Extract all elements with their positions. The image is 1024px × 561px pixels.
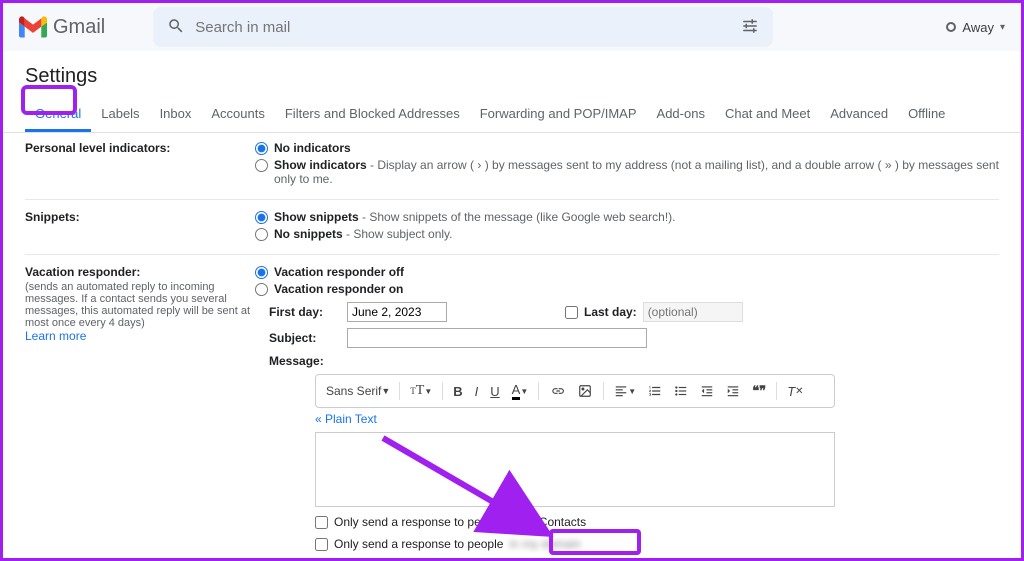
logo[interactable]: Gmail [19,16,105,39]
search-bar[interactable] [153,7,773,47]
only-domain-checkbox[interactable] [315,538,328,551]
plain-text-link[interactable]: « Plain Text [315,412,999,426]
first-day-label: First day: [269,305,339,319]
last-day-label: Last day: [584,305,637,319]
chevron-down-icon: ▾ [1000,22,1005,33]
last-day-input[interactable] [643,302,743,322]
tab-general[interactable]: General [25,98,91,132]
only-contacts-checkbox[interactable] [315,516,328,529]
opt-show-snippets[interactable]: Show snippets - Show snippets of the mes… [255,210,999,224]
only-domain-line[interactable]: Only send a response to people in my dom… [315,537,999,551]
status-dropdown[interactable]: Away ▾ [946,20,1005,35]
tab-labels[interactable]: Labels [91,98,149,132]
tab-offline[interactable]: Offline [898,98,955,132]
opt-no-indicators[interactable]: No indicators [255,141,999,155]
row-vacation-responder: Vacation responder: (sends an automated … [25,254,999,553]
search-input[interactable] [195,19,741,36]
page-title: Settings [3,51,1021,98]
row-label: Vacation responder: (sends an automated … [25,265,255,551]
radio-show-snippets[interactable] [255,211,268,224]
tab-chat[interactable]: Chat and Meet [715,98,820,132]
tab-inbox[interactable]: Inbox [150,98,202,132]
image-icon[interactable] [572,381,598,401]
row-snippets: Snippets: Show snippets - Show snippets … [25,199,999,254]
status-label: Away [962,20,994,35]
radio-no-indicators[interactable] [255,142,268,155]
only-contacts-line[interactable]: Only send a response to people in my Con… [315,515,999,529]
radio-vacation-off[interactable] [255,266,268,279]
radio-show-indicators[interactable] [255,159,268,172]
learn-more-link[interactable]: Learn more [25,329,86,343]
row-label: Personal level indicators: [25,141,255,189]
subject-input[interactable] [347,328,647,348]
tab-addons[interactable]: Add-ons [647,98,715,132]
bold-icon[interactable]: B [448,381,467,402]
ordered-list-icon[interactable] [643,381,667,401]
opt-no-snippets[interactable]: No snippets - Show subject only. [255,227,999,241]
app-header: Gmail Away ▾ [3,3,1021,51]
font-size-icon[interactable]: TT ▼ [405,380,437,402]
search-icon [167,17,185,38]
first-day-line: First day: Last day: [269,302,999,322]
align-icon[interactable]: ▼ [609,381,641,401]
gmail-logo-icon [19,16,47,38]
italic-icon[interactable]: I [470,381,484,402]
underline-icon[interactable]: U [485,381,504,402]
indent-less-icon[interactable] [695,381,719,401]
tabs-bar: General Labels Inbox Accounts Filters an… [3,98,1021,133]
radio-vacation-on[interactable] [255,283,268,296]
settings-content: Personal level indicators: No indicators… [3,133,1021,553]
opt-vacation-off[interactable]: Vacation responder off [255,265,999,279]
brand-text: Gmail [53,16,105,39]
opt-show-indicators[interactable]: Show indicators - Display an arrow ( › )… [255,158,999,186]
tab-forwarding[interactable]: Forwarding and POP/IMAP [470,98,647,132]
message-label: Message: [269,354,999,368]
radio-no-snippets[interactable] [255,228,268,241]
bullet-list-icon[interactable] [669,381,693,401]
subject-label: Subject: [269,331,339,345]
tab-filters[interactable]: Filters and Blocked Addresses [275,98,470,132]
tune-icon[interactable] [741,17,759,38]
tab-accounts[interactable]: Accounts [201,98,274,132]
status-away-icon [946,22,956,32]
link-icon[interactable] [544,381,570,401]
first-day-input[interactable] [347,302,447,322]
quote-icon[interactable]: ❝❞ [747,380,771,402]
editor-toolbar: Sans Serif ▼ TT ▼ B I U A ▼ ▼ ❝❞ T✕ [315,374,835,408]
tab-advanced[interactable]: Advanced [820,98,898,132]
text-color-icon[interactable]: A ▼ [507,379,534,403]
indent-more-icon[interactable] [721,381,745,401]
font-select[interactable]: Sans Serif ▼ [322,384,394,398]
row-personal-level-indicators: Personal level indicators: No indicators… [25,133,999,199]
message-editor[interactable] [315,432,835,507]
last-day-checkbox[interactable] [565,306,578,319]
opt-vacation-on[interactable]: Vacation responder on [255,282,999,296]
remove-format-icon[interactable]: T✕ [782,381,808,402]
row-label: Snippets: [25,210,255,244]
subject-line: Subject: [269,328,999,348]
